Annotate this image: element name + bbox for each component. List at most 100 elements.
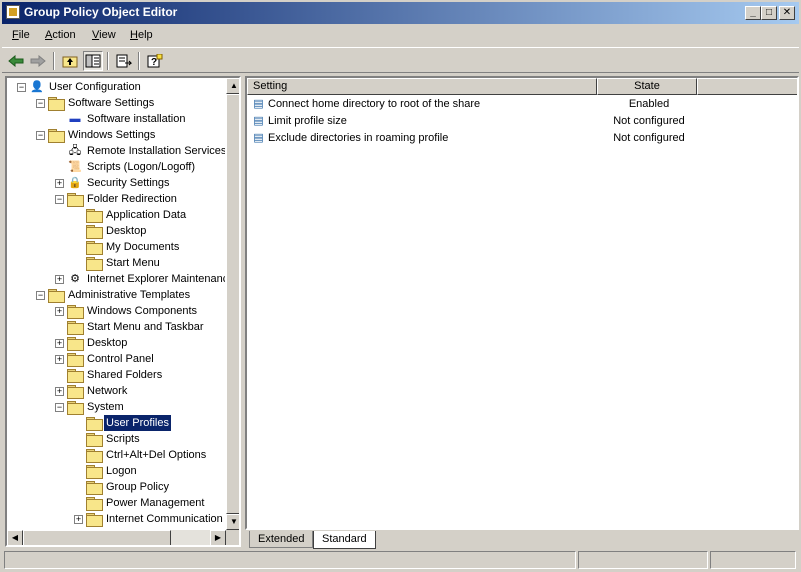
export-list-button[interactable] — [114, 51, 134, 71]
tree-pane[interactable]: − 👤 User Configuration − Software Settings ▬ S… — [5, 76, 241, 547]
tree-item[interactable]: − 👤 User Configuration — [7, 79, 225, 95]
menu-help[interactable]: Help — [130, 29, 153, 41]
scroll-thumb[interactable] — [23, 530, 171, 545]
tree-item[interactable]: Scripts — [7, 431, 225, 447]
scroll-up-icon[interactable]: ▲ — [226, 78, 239, 94]
expand-icon[interactable]: + — [55, 387, 64, 396]
tree-item-label[interactable]: Software installation — [85, 111, 187, 127]
close-button[interactable]: ✕ — [779, 6, 795, 20]
menu-file[interactable]: File — [12, 29, 30, 41]
expand-icon[interactable]: + — [55, 355, 64, 364]
title-bar[interactable]: Group Policy Object Editor _ □ ✕ — [0, 0, 801, 24]
tree-item-label[interactable]: Internet Communication Management — [104, 511, 225, 527]
tree-item[interactable]: Start Menu — [7, 255, 225, 271]
tree-item[interactable]: + Internet Communication Management — [7, 511, 225, 527]
collapse-icon[interactable]: − — [36, 291, 45, 300]
tree-item-label[interactable]: Software Settings — [66, 95, 156, 111]
gpo-editor-app-icon[interactable] — [6, 5, 20, 19]
tab-extended[interactable]: Extended — [249, 531, 314, 548]
tree-vertical-scrollbar[interactable]: ▲ ▼ — [226, 78, 239, 530]
show-hide-tree-button[interactable] — [83, 51, 103, 71]
help-button[interactable]: ? — [145, 51, 165, 71]
tree-item[interactable]: − Folder Redirection — [7, 191, 225, 207]
collapse-icon[interactable]: − — [55, 195, 64, 204]
forward-button[interactable] — [28, 51, 48, 71]
tree-item-label[interactable]: Internet Explorer Maintenance — [85, 271, 225, 287]
tree-item-label[interactable]: My Documents — [104, 239, 181, 255]
tree-item-label[interactable]: Group Policy — [104, 479, 171, 495]
expand-icon[interactable]: + — [74, 515, 83, 524]
scroll-thumb[interactable] — [226, 94, 239, 514]
details-pane[interactable]: Setting State ▤ Connect home directory to… — [245, 76, 799, 530]
expand-icon[interactable]: + — [55, 179, 64, 188]
tree-item-label[interactable]: System — [85, 399, 126, 415]
tree-item[interactable]: Shared Folders — [7, 367, 225, 383]
up-one-level-button[interactable] — [60, 51, 80, 71]
tree-item[interactable]: − Administrative Templates — [7, 287, 225, 303]
tree-item-label[interactable]: Ctrl+Alt+Del Options — [104, 447, 208, 463]
tree-item[interactable]: User Profiles — [7, 414, 225, 432]
scroll-left-icon[interactable]: ◀ — [7, 530, 23, 545]
tree-item[interactable]: + Desktop — [7, 335, 225, 351]
tree-item[interactable]: − Windows Settings — [7, 127, 225, 143]
setting-row[interactable]: ▤ Limit profile size Not configured — [247, 113, 797, 130]
expand-icon[interactable]: + — [55, 307, 64, 316]
tree-item-label[interactable]: Scripts (Logon/Logoff) — [85, 159, 197, 175]
collapse-icon[interactable]: − — [36, 99, 45, 108]
tree-item[interactable]: ▬ Software installation — [7, 111, 225, 127]
tree-item-label[interactable]: Network — [85, 383, 129, 399]
tree-item[interactable]: 🖧 Remote Installation Services — [7, 143, 225, 159]
setting-row[interactable]: ▤ Exclude directories in roaming profile N… — [247, 130, 797, 147]
expand-icon[interactable]: + — [55, 275, 64, 284]
tree-item[interactable]: Desktop — [7, 223, 225, 239]
tab-standard[interactable]: Standard — [313, 531, 376, 549]
tree-item-label[interactable]: Application Data — [104, 207, 188, 223]
tree-item[interactable]: + ⚙ Internet Explorer Maintenance — [7, 271, 225, 287]
tree-item-label[interactable]: Scripts — [104, 431, 142, 447]
tree-item-label[interactable]: Security Settings — [85, 175, 172, 191]
tree-item[interactable]: Power Management — [7, 495, 225, 511]
tree-item-label[interactable]: Administrative Templates — [66, 287, 192, 303]
setting-row[interactable]: ▤ Connect home directory to root of the s… — [247, 96, 797, 113]
console-tree[interactable]: − 👤 User Configuration − Software Settings ▬ S… — [7, 78, 225, 530]
tree-horizontal-scrollbar[interactable]: ◀ ▶ — [7, 530, 226, 545]
collapse-icon[interactable]: − — [55, 403, 64, 412]
tree-item-label[interactable]: Windows Components — [85, 303, 199, 319]
collapse-icon[interactable]: − — [17, 83, 26, 92]
tree-item-label[interactable]: Power Management — [104, 495, 206, 511]
tree-item[interactable]: + 🔒 Security Settings — [7, 175, 225, 191]
tree-item-label[interactable]: Logon — [104, 463, 139, 479]
column-header-state[interactable]: State — [597, 78, 697, 95]
tree-item[interactable]: + Windows Components — [7, 303, 225, 319]
tree-item-label[interactable]: User Profiles — [103, 414, 172, 432]
scroll-down-icon[interactable]: ▼ — [226, 514, 239, 530]
tree-item-label[interactable]: Start Menu and Taskbar — [85, 319, 206, 335]
tree-item-label[interactable]: Folder Redirection — [85, 191, 179, 207]
collapse-icon[interactable]: − — [36, 131, 45, 140]
maximize-button[interactable]: □ — [761, 6, 777, 20]
scroll-right-icon[interactable]: ▶ — [210, 530, 226, 545]
tree-item[interactable]: 📜 Scripts (Logon/Logoff) — [7, 159, 225, 175]
tree-item[interactable]: My Documents — [7, 239, 225, 255]
tree-item[interactable]: Application Data — [7, 207, 225, 223]
menu-action[interactable]: Action — [45, 29, 76, 41]
tree-item[interactable]: + Control Panel — [7, 351, 225, 367]
tree-item-label[interactable]: Control Panel — [85, 351, 156, 367]
column-header-empty[interactable] — [697, 78, 797, 95]
tree-item[interactable]: Group Policy — [7, 479, 225, 495]
expand-icon[interactable]: + — [55, 339, 64, 348]
tree-item[interactable]: − Software Settings — [7, 95, 225, 111]
tree-item[interactable]: Logon — [7, 463, 225, 479]
tree-item-label[interactable]: Windows Settings — [66, 127, 157, 143]
tree-item-label[interactable]: User Configuration — [47, 79, 143, 95]
tree-item[interactable]: Start Menu and Taskbar — [7, 319, 225, 335]
tree-item-label[interactable]: Desktop — [104, 223, 148, 239]
tree-item-label[interactable]: Remote Installation Services — [85, 143, 225, 159]
column-header-setting[interactable]: Setting — [247, 78, 597, 95]
back-button[interactable] — [6, 51, 26, 71]
minimize-button[interactable]: _ — [745, 6, 761, 20]
tree-item[interactable]: − System — [7, 399, 225, 415]
tree-item[interactable]: + Network — [7, 383, 225, 399]
tree-item[interactable]: Ctrl+Alt+Del Options — [7, 447, 225, 463]
menu-view[interactable]: View — [92, 29, 116, 41]
